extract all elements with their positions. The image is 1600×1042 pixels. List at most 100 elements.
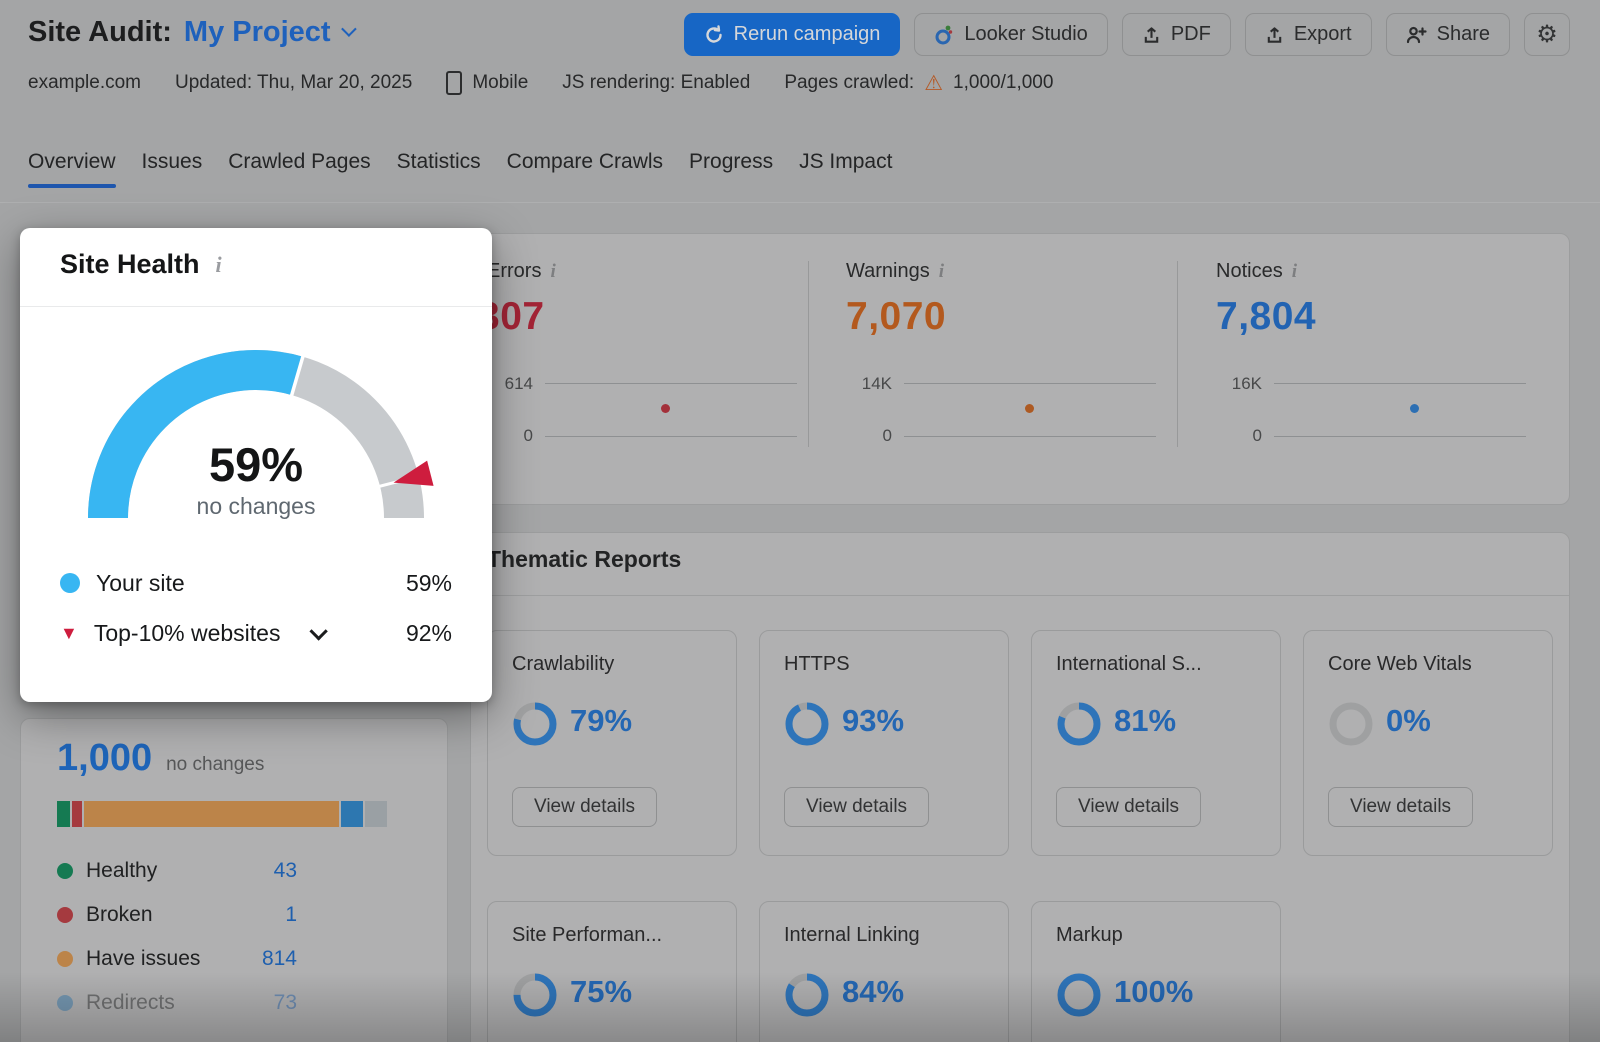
redirects-dot-icon: [57, 995, 73, 1011]
have-issues-label: Have issues: [86, 947, 200, 971]
pages-crawled: Pages crawled: ⚠ 1,000/1,000: [784, 72, 1053, 94]
last-updated: Updated: Thu, Mar 20, 2025: [175, 72, 412, 94]
chevron-down-icon[interactable]: [310, 622, 328, 640]
tab-js-impact[interactable]: JS Impact: [799, 150, 892, 188]
broken-label: Broken: [86, 903, 153, 927]
spark-min-label: 0: [1216, 426, 1262, 446]
legend-row-benchmark: ▼ Top-10% websites 92%: [60, 608, 452, 658]
tab-overview[interactable]: Overview: [28, 150, 116, 188]
upload-icon: [1265, 25, 1284, 45]
thematic-reports-title: Thematic Reports: [487, 546, 681, 573]
notices-value[interactable]: 7,804: [1216, 295, 1526, 339]
legend-row-broken: Broken 1: [57, 893, 297, 937]
view-details-button[interactable]: View details: [512, 787, 657, 827]
warnings-column: Warnings i 7,070 14K 0: [846, 260, 1156, 339]
info-icon[interactable]: i: [216, 252, 222, 278]
markup-title: Markup: [1056, 924, 1123, 947]
gear-icon: ⚙: [1536, 20, 1558, 49]
view-details-button[interactable]: View details: [1328, 787, 1473, 827]
rerun-campaign-button[interactable]: Rerun campaign: [684, 13, 901, 56]
tab-crawled-pages[interactable]: Crawled Pages: [228, 150, 370, 188]
crawled-pages-stacked-bar[interactable]: [57, 801, 387, 827]
your-site-label: Your site: [96, 570, 185, 597]
refresh-icon: [704, 25, 724, 45]
international-seo-title: International S...: [1056, 653, 1202, 676]
spark-max-label: 16K: [1216, 374, 1262, 394]
broken-value[interactable]: 1: [285, 903, 297, 927]
share-button[interactable]: Share: [1386, 13, 1510, 56]
legend-row-have-issues: Have issues 814: [57, 937, 297, 981]
js-rendering-status: JS rendering: Enabled: [562, 72, 750, 94]
mobile-phone-icon: [446, 71, 462, 95]
markup-card: Markup 100% View details: [1031, 901, 1281, 1042]
info-icon[interactable]: i: [1292, 261, 1297, 283]
info-icon[interactable]: i: [550, 261, 555, 283]
info-icon[interactable]: i: [939, 261, 944, 283]
redirects-label: Redirects: [86, 991, 175, 1015]
errors-sparkline: 614 0: [545, 383, 797, 437]
crawlability-title: Crawlability: [512, 653, 614, 676]
errors-value[interactable]: 307: [478, 295, 797, 339]
site-performance-card: Site Performan... 75% View details: [487, 901, 737, 1042]
have-issues-dot-icon: [57, 951, 73, 967]
site-health-score-block: 59% no changes: [76, 440, 436, 520]
crawled-pages-count: 1,000: [57, 737, 152, 780]
view-details-button[interactable]: View details: [1056, 787, 1201, 827]
thematic-reports-card: Thematic Reports Crawlability 79% View d…: [470, 532, 1570, 1042]
campaign-domain: example.com: [28, 72, 141, 94]
looker-studio-icon: [934, 24, 954, 46]
pdf-button[interactable]: PDF: [1122, 13, 1231, 56]
site-health-title: Site Health: [60, 249, 200, 280]
column-divider: [808, 261, 809, 447]
export-label: Export: [1294, 23, 1352, 46]
site-health-score: 59%: [76, 440, 436, 489]
export-button[interactable]: Export: [1245, 13, 1372, 56]
broken-dot-icon: [57, 907, 73, 923]
redirects-value[interactable]: 73: [274, 991, 297, 1015]
site-audit-page: Site Audit: My Project Rerun campaign Lo…: [0, 0, 1600, 1042]
international-seo-ring: [1056, 701, 1102, 747]
warnings-data-point[interactable]: [1025, 404, 1034, 413]
upload-icon: [1142, 25, 1161, 45]
bar-segment-broken: [72, 801, 82, 827]
spark-max-label: 14K: [846, 374, 892, 394]
bar-segment-redirects: [341, 801, 364, 827]
settings-gear-button[interactable]: ⚙: [1524, 13, 1570, 56]
tab-statistics[interactable]: Statistics: [397, 150, 481, 188]
warning-triangle-icon[interactable]: ⚠: [924, 73, 943, 94]
tab-issues[interactable]: Issues: [142, 150, 203, 188]
project-selector[interactable]: My Project: [184, 16, 353, 49]
notices-data-point[interactable]: [1410, 404, 1419, 413]
errors-column: Errors i 307 614 0: [487, 260, 797, 339]
core-web-vitals-score: 0%: [1386, 703, 1431, 739]
notices-label: Notices: [1216, 260, 1283, 283]
column-divider: [1177, 261, 1178, 447]
benchmark-label: Top-10% websites: [94, 620, 281, 647]
header-toolbar: Rerun campaign Looker Studio PDF Export: [684, 13, 1570, 56]
your-site-value: 59%: [406, 570, 452, 597]
tab-progress[interactable]: Progress: [689, 150, 773, 188]
core-web-vitals-title: Core Web Vitals: [1328, 653, 1472, 676]
bar-segment-other: [365, 801, 387, 827]
legend-row-your-site: Your site 59%: [60, 558, 452, 608]
notices-sparkline: 16K 0: [1274, 383, 1526, 437]
warnings-label: Warnings: [846, 260, 930, 283]
tab-compare-crawls[interactable]: Compare Crawls: [507, 150, 663, 188]
healthy-value[interactable]: 43: [274, 859, 297, 883]
report-tabs: Overview Issues Crawled Pages Statistics…: [28, 150, 892, 188]
have-issues-value[interactable]: 814: [262, 947, 297, 971]
view-details-button[interactable]: View details: [784, 787, 929, 827]
tabbar-divider: [0, 202, 1600, 203]
benchmark-value: 92%: [406, 620, 452, 647]
internal-linking-ring: [784, 972, 830, 1018]
looker-studio-button[interactable]: Looker Studio: [914, 13, 1107, 56]
crawled-pages-card: 1,000 no changes Healthy 43 Broken 1: [20, 718, 448, 1042]
core-web-vitals-ring: [1328, 701, 1374, 747]
spark-min-label: 0: [487, 426, 533, 446]
crawled-pages-legend: Healthy 43 Broken 1 Have issues 814 Redi…: [57, 849, 297, 1025]
warnings-value[interactable]: 7,070: [846, 295, 1156, 339]
internal-linking-title: Internal Linking: [784, 924, 920, 947]
site-performance-ring: [512, 972, 558, 1018]
errors-data-point[interactable]: [661, 404, 670, 413]
https-title: HTTPS: [784, 653, 850, 676]
